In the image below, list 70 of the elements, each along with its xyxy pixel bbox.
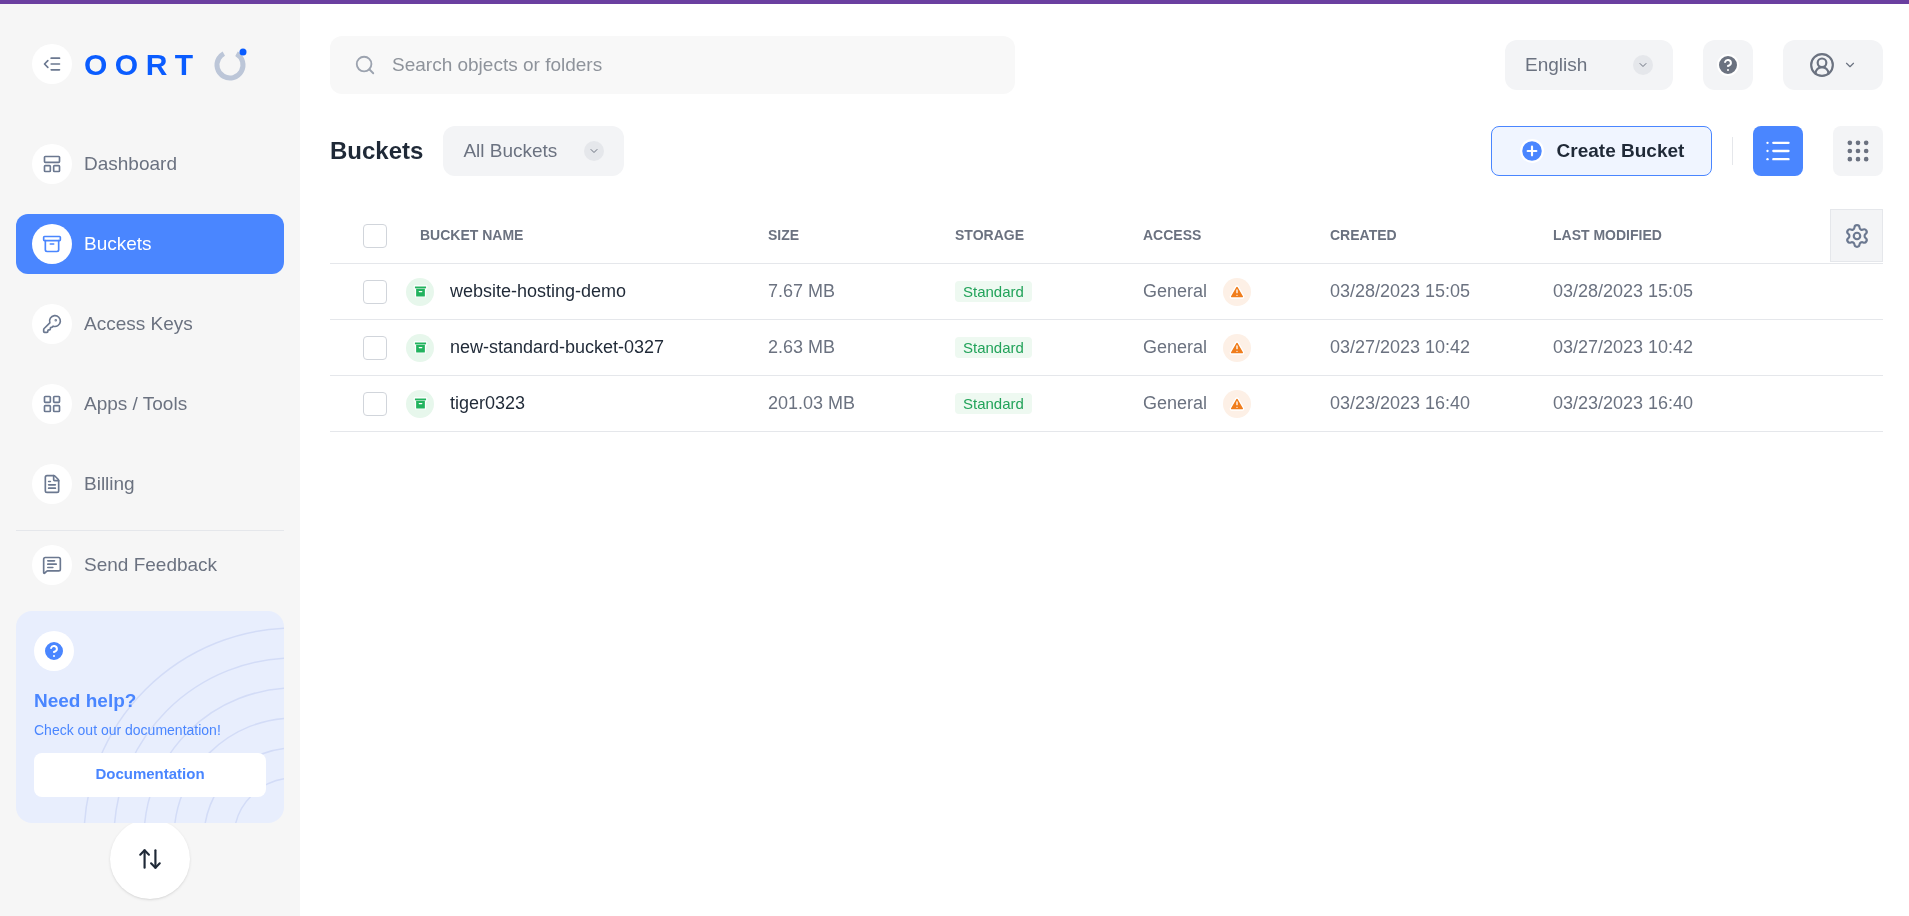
account-button[interactable] xyxy=(1783,40,1883,90)
bucket-icon xyxy=(412,340,428,355)
warning-icon xyxy=(1229,283,1246,300)
checkbox[interactable] xyxy=(363,279,387,304)
warning-icon xyxy=(1229,339,1246,356)
key-icon xyxy=(42,314,62,334)
column-header: ACCESS xyxy=(1143,226,1203,245)
help-text: Check out our documentation! xyxy=(34,720,222,740)
column-header: LAST MODIFIED xyxy=(1553,226,1663,245)
chat-bubble-icon xyxy=(42,555,62,575)
document-icon xyxy=(42,474,62,494)
archive-box-icon xyxy=(42,234,62,254)
table-cell-text: General xyxy=(1143,336,1208,359)
create-bucket-button[interactable]: Create Bucket xyxy=(1491,126,1712,176)
brand-logo-text: OORT xyxy=(84,46,201,83)
column-header: SIZE xyxy=(768,226,801,245)
table-cell: 7.67 MB xyxy=(768,281,836,301)
language-dropdown[interactable]: English xyxy=(1505,40,1673,90)
bucket-name[interactable]: new-standard-bucket-0327 xyxy=(450,334,665,361)
bucket-name[interactable]: tiger0323 xyxy=(450,390,526,417)
checkbox[interactable] xyxy=(363,223,387,248)
sidebar-item[interactable]: Buckets xyxy=(16,214,284,274)
collapse-menu-button[interactable] xyxy=(32,44,72,84)
table-settings-button[interactable] xyxy=(1830,209,1883,262)
table-cell: 201.03 MB xyxy=(768,393,856,413)
sidebar-item[interactable]: Billing xyxy=(16,454,284,514)
help-icon xyxy=(42,639,66,663)
storage-tag: Standard xyxy=(955,337,1032,358)
swap-arrows-icon xyxy=(137,846,163,872)
list-view-button[interactable] xyxy=(1753,126,1803,176)
column-header: BUCKET NAME xyxy=(420,226,525,245)
table-cell: 03/23/2023 16:40 xyxy=(1553,393,1694,413)
column-header: STORAGE xyxy=(955,226,1025,245)
bucket-icon xyxy=(412,396,428,411)
checkbox[interactable] xyxy=(363,335,387,360)
table-cell: 03/23/2023 16:40 xyxy=(1330,393,1471,413)
bucket-icon xyxy=(412,284,428,299)
warning-icon xyxy=(1229,395,1246,412)
documentation-button[interactable]: Documentation xyxy=(34,752,266,797)
help-button[interactable] xyxy=(1703,40,1753,90)
sidebar-item[interactable]: Access Keys xyxy=(16,294,284,354)
user-avatar-icon xyxy=(1809,52,1835,78)
plus-icon xyxy=(1518,138,1545,164)
page-title: Buckets xyxy=(330,136,424,166)
table-cell-text: General xyxy=(1143,392,1208,415)
table-cell: 03/27/2023 10:42 xyxy=(1553,337,1694,357)
bucket-name[interactable]: website-hosting-demo xyxy=(450,278,627,305)
storage-tag: Standard xyxy=(955,281,1032,302)
help-icon xyxy=(1716,53,1740,77)
sidebar-item[interactable]: Apps / Tools xyxy=(16,374,284,434)
sidebar-item[interactable]: Send Feedback xyxy=(16,535,284,595)
column-header: CREATED xyxy=(1330,226,1398,245)
layout-icon xyxy=(42,154,62,174)
checkbox[interactable] xyxy=(363,391,387,416)
help-title: Need help? xyxy=(34,689,138,713)
ring-logo-icon xyxy=(212,46,249,82)
sidebar-item[interactable]: Dashboard xyxy=(16,134,284,194)
storage-tag: Standard xyxy=(955,393,1032,414)
search-field[interactable]: Search objects or folders xyxy=(330,36,1015,94)
grid-view-button[interactable] xyxy=(1833,126,1883,176)
table-cell: 03/28/2023 15:05 xyxy=(1553,281,1694,301)
table-cell: 2.63 MB xyxy=(768,337,836,357)
apps-grid-icon xyxy=(42,394,62,414)
settings-icon xyxy=(1843,222,1870,249)
collapse-menu-icon xyxy=(42,54,62,74)
table-cell: 03/28/2023 15:05 xyxy=(1330,281,1471,301)
table-cell-text: General xyxy=(1143,280,1208,303)
search-icon xyxy=(354,54,376,76)
table-cell: 03/27/2023 10:42 xyxy=(1330,337,1471,357)
bucket-filter-dropdown[interactable]: All Buckets xyxy=(443,126,625,176)
